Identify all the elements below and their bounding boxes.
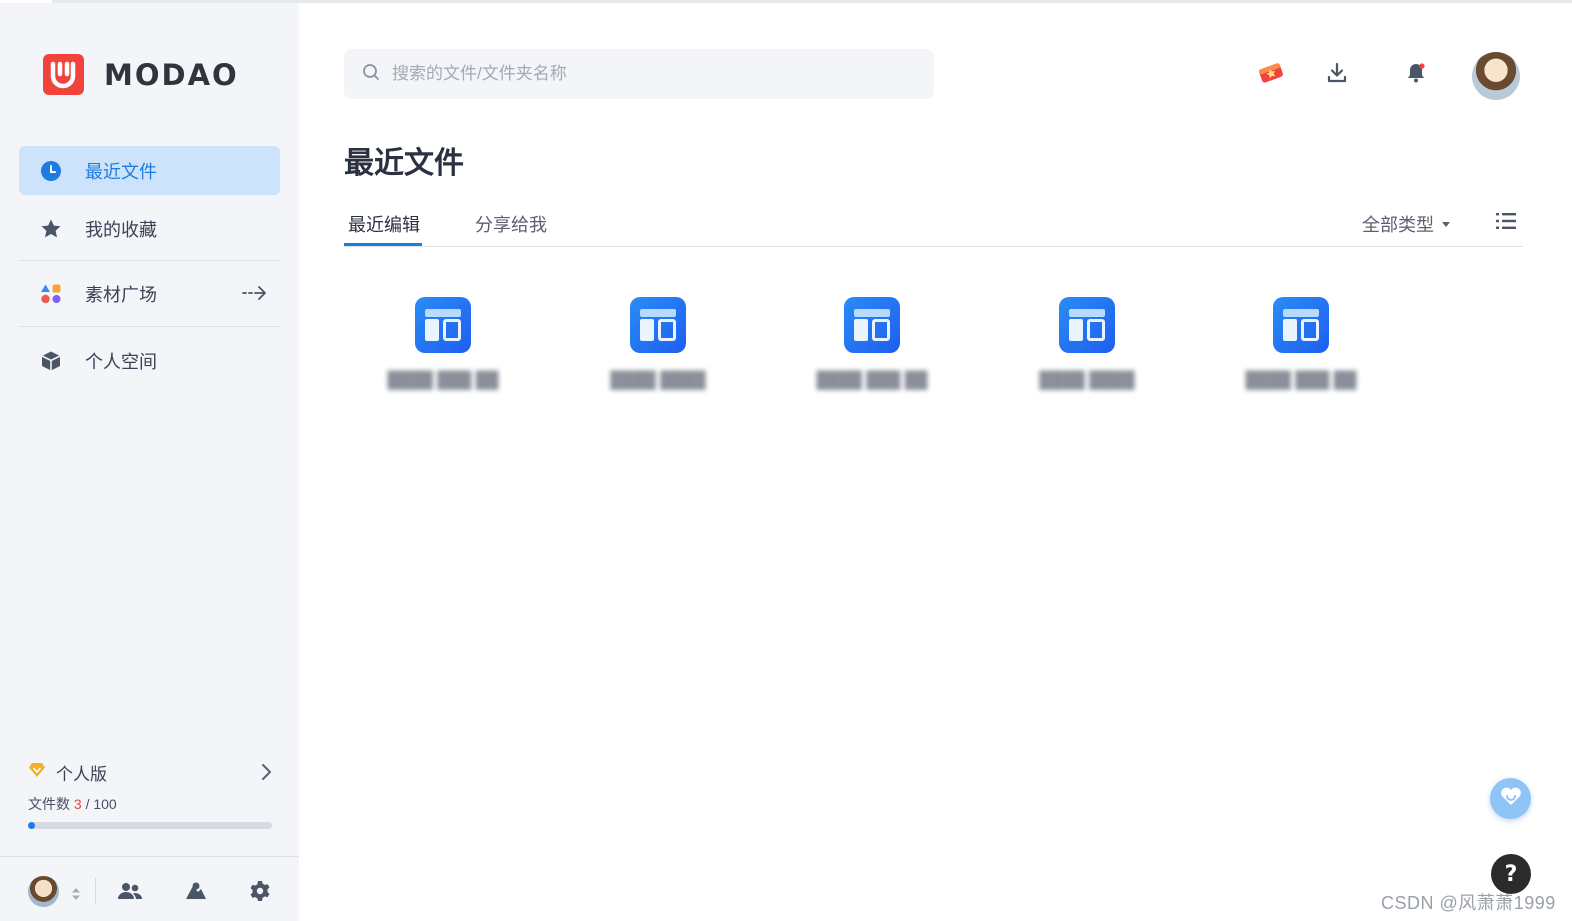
sidebar-item-label: 我的收藏 [85,219,157,240]
divider [19,326,280,327]
sidebar-item-materials[interactable]: 素材广场 [19,269,280,318]
gift-ticket-icon[interactable] [1256,58,1286,88]
brand-logo[interactable]: MODAO [43,54,239,95]
files-total: 100 [93,796,117,812]
file-card[interactable]: ████ ███ ██ [1229,297,1373,422]
watermark: CSDN @风萧萧1999 [1381,893,1556,913]
type-filter-dropdown[interactable]: 全部类型 [1362,211,1450,237]
star-icon [40,218,62,240]
type-filter-label: 全部类型 [1362,215,1434,235]
team-icon[interactable] [118,879,142,903]
diamond-icon [28,762,46,783]
updown-caret-icon[interactable] [72,887,80,905]
tab-recent-edit[interactable]: 最近编辑 [348,211,420,237]
search-bar[interactable] [344,49,934,99]
sidebar-item-favorites[interactable]: 我的收藏 [19,204,280,253]
caret-down-icon [1442,221,1450,227]
workspace-avatar[interactable] [28,876,59,907]
search-icon [362,63,380,86]
chevron-right-icon[interactable] [260,763,272,786]
clock-icon [40,160,62,182]
divider [19,260,280,261]
list-view-icon[interactable] [1496,212,1516,235]
prototype-file-icon [415,297,471,353]
file-card[interactable]: ████ ███ ██ [800,297,944,422]
sidebar-item-label: 最近文件 [85,161,157,182]
plan-name: 个人版 [56,764,107,784]
dashed-arrow-right-icon [242,283,268,308]
modao-logo-icon [43,54,84,95]
heart-icon [1499,785,1523,812]
files-separator: / [81,796,94,812]
shapes-icon [40,283,62,305]
user-avatar[interactable] [1472,52,1520,100]
file-card[interactable]: ████ ████ [586,297,730,422]
sidebar-footer [0,856,299,921]
file-name: ████ ████ [586,369,730,393]
sidebar: MODAO 最近文件 我的收藏 素材广场 个人空间 个人版 文件数 3 / 10… [0,3,299,921]
files-used: 3 [73,796,82,812]
divider [95,878,96,904]
cube-icon [40,350,62,372]
brand-name: MODAO [104,57,239,92]
sidebar-item-label: 个人空间 [85,351,157,372]
prototype-file-icon [630,297,686,353]
prototype-file-icon [1273,297,1329,353]
quota-progress-fill [28,822,36,829]
active-tab-underline [344,243,422,246]
sidebar-item-recent[interactable]: 最近文件 [19,146,280,195]
sidebar-item-label: 素材广场 [85,284,157,305]
prototype-file-icon [1059,297,1115,353]
sidebar-item-personal-space[interactable]: 个人空间 [19,336,280,385]
file-name: ████ ███ ██ [371,369,515,393]
file-name: ████ ████ [1015,369,1159,393]
bell-icon[interactable] [1401,58,1431,88]
feedback-heart-button[interactable] [1490,778,1531,819]
file-card[interactable]: ████ ███ ██ [371,297,515,422]
plan-panel[interactable]: 个人版 文件数 3 / 100 [28,760,274,829]
quota-progress-bar [28,822,272,829]
tab-shared-with-me[interactable]: 分享给我 [475,211,547,237]
file-name: ████ ███ ██ [1229,369,1373,393]
cloud-user-icon[interactable] [183,879,207,903]
help-button[interactable]: ? [1491,854,1531,894]
file-quota-text: 文件数 3 / 100 [28,796,117,812]
prototype-file-icon [844,297,900,353]
download-icon[interactable] [1322,58,1352,88]
file-card[interactable]: ████ ████ [1015,297,1159,422]
search-input[interactable] [392,64,912,84]
file-tabs: 最近编辑 分享给我 全部类型 [344,199,1523,247]
file-name: ████ ███ ██ [800,369,944,393]
gear-icon[interactable] [248,879,272,903]
page-title: 最近文件 [344,147,464,180]
